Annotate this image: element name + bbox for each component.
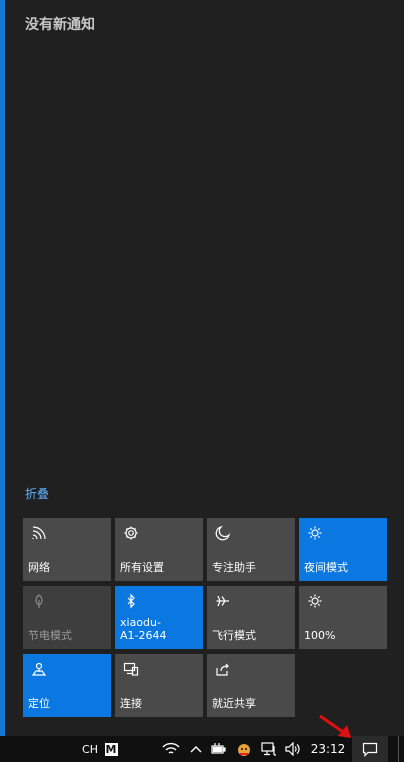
notifications-empty-title: 没有新通知 [25,17,95,33]
brightness-sun-icon [307,593,323,609]
ime-mode-button[interactable]: M [103,736,119,762]
moon-icon [215,525,231,541]
location-icon [31,661,47,677]
tile-network[interactable]: 网络 [23,518,111,581]
settings-gear-icon [123,525,139,541]
network-icon [31,525,47,541]
tile-connect-label: 连接 [120,697,142,710]
connect-icon [123,661,139,677]
network-ethernet-tray-icon[interactable] [259,736,279,762]
battery-saver-leaf-icon [31,593,47,609]
tile-nearby-sharing-label: 就近共享 [212,697,256,710]
collapse-link[interactable]: 折叠 [25,485,49,502]
annotation-arrow-icon [319,714,351,738]
tile-network-label: 网络 [28,561,50,574]
show-hidden-icons-chevron-icon[interactable] [188,736,204,762]
tile-bluetooth-label: xiaodu- A1-2644 [120,616,167,642]
wifi-tray-icon[interactable] [160,736,182,762]
action-center-button[interactable] [352,736,388,762]
tile-battery-saver-label: 节电模式 [28,629,72,642]
tile-location[interactable]: 定位 [23,654,111,717]
tile-night-light-label: 夜间模式 [304,561,348,574]
tile-all-settings-label: 所有设置 [120,561,164,574]
tile-brightness-label: 100% [304,629,336,642]
input-language-indicator[interactable]: CH [80,736,100,762]
tile-bluetooth[interactable]: xiaodu- A1-2644 [115,586,203,649]
tile-nearby-sharing[interactable]: 就近共享 [207,654,295,717]
tile-focus-assist[interactable]: 专注助手 [207,518,295,581]
nearby-share-icon [215,661,231,677]
tile-connect[interactable]: 连接 [115,654,203,717]
tile-focus-assist-label: 专注助手 [212,561,256,574]
message-bubble-icon [362,742,378,757]
tile-all-settings[interactable]: 所有设置 [115,518,203,581]
bluetooth-icon [123,593,139,609]
tile-airplane-mode-label: 飞行模式 [212,629,256,642]
volume-tray-icon[interactable] [284,736,302,762]
battery-plug-tray-icon[interactable] [210,736,228,762]
app-tray-icon[interactable] [234,736,254,762]
night-light-sun-icon [307,525,323,541]
tile-airplane-mode[interactable]: 飞行模式 [207,586,295,649]
airplane-icon [215,593,231,609]
tile-brightness[interactable]: 100% [299,586,387,649]
tile-battery-saver[interactable]: 节电模式 [23,586,111,649]
ime-glyph: M [104,742,118,756]
tile-night-light[interactable]: 夜间模式 [299,518,387,581]
tile-location-label: 定位 [28,697,50,710]
show-desktop-divider[interactable] [398,736,399,762]
